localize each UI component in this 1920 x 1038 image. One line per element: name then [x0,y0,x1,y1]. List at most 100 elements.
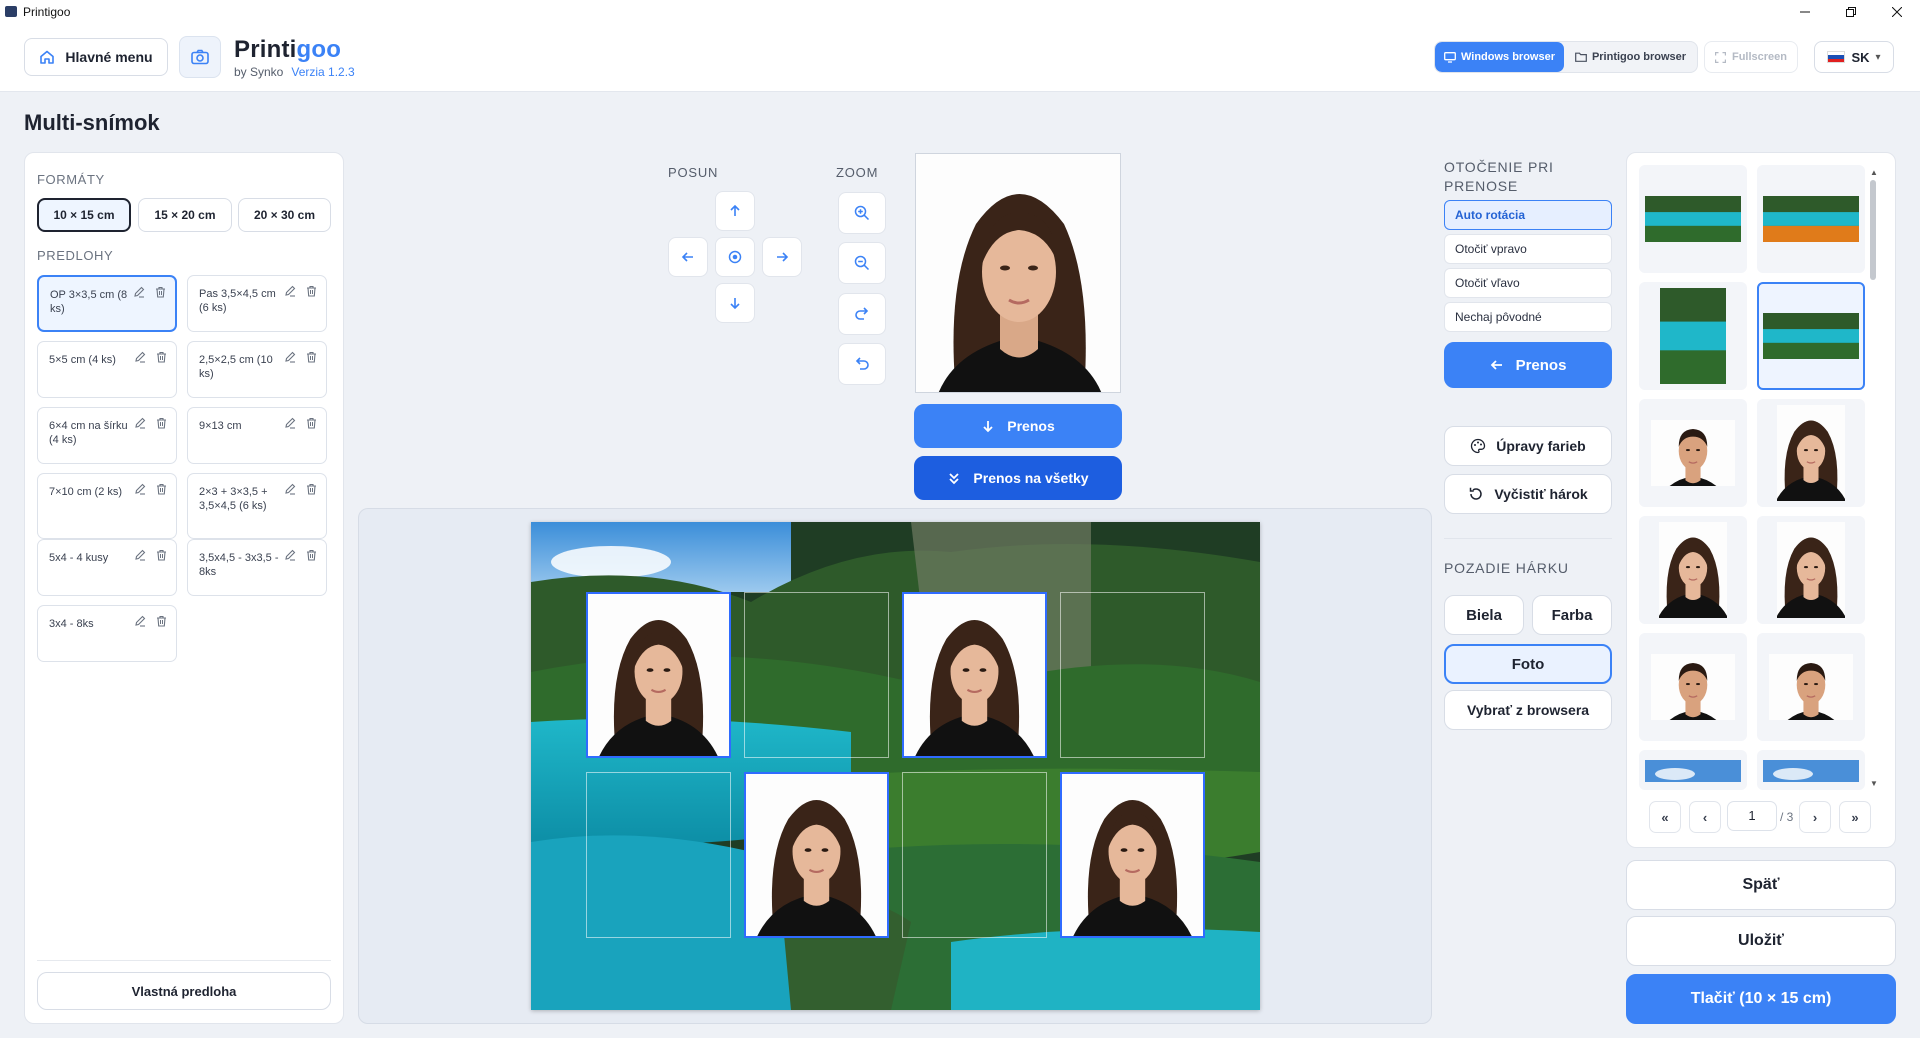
photo-slot-filled[interactable] [744,772,889,938]
print-sheet[interactable] [531,522,1260,1010]
template-item[interactable]: Pas 3,5×4,5 cm (6 ks) [187,275,327,332]
trash-icon[interactable] [306,351,317,363]
gallery-thumbnail[interactable] [1757,633,1865,741]
edit-icon[interactable] [284,351,296,363]
bg-photo-button[interactable]: Foto [1444,644,1612,684]
first-page-button[interactable]: « [1649,801,1681,833]
trash-icon[interactable] [306,483,317,495]
photo-slot-empty[interactable] [744,592,889,758]
format-10x15-button[interactable]: 10 × 15 cm [37,198,131,232]
edit-icon[interactable] [134,417,146,429]
photo-slot-empty[interactable] [902,772,1047,938]
minimize-button[interactable] [1782,0,1828,24]
next-page-button[interactable]: › [1799,801,1831,833]
trash-icon[interactable] [156,549,167,561]
scroll-thumb[interactable] [1870,180,1876,280]
gallery-thumbnail[interactable] [1757,165,1865,273]
gallery-thumbnail[interactable] [1639,750,1747,790]
photo-slot-filled[interactable] [1060,772,1205,938]
photo-slot-empty[interactable] [586,772,731,938]
move-down-button[interactable] [715,283,755,323]
template-item[interactable]: 2×3 + 3×3,5 + 3,5×4,5 (6 ks) [187,473,327,539]
edit-icon[interactable] [134,351,146,363]
edit-icon[interactable] [284,483,296,495]
trash-icon[interactable] [306,549,317,561]
gallery-thumbnail[interactable] [1639,399,1747,507]
print-button[interactable]: Tlačiť (10 × 15 cm) [1626,974,1896,1024]
photo-slot-filled[interactable] [902,592,1047,758]
edit-icon[interactable] [134,615,146,627]
edit-icon[interactable] [284,285,296,297]
template-item[interactable]: 3,5x4,5 - 3x3,5 - 8ks [187,539,327,596]
format-20x30-button[interactable]: 20 × 30 cm [238,198,331,232]
edit-icon[interactable] [284,417,296,429]
edit-icon[interactable] [133,286,145,298]
bg-browser-button[interactable]: Vybrať z browsera [1444,690,1612,730]
transfer-from-gallery-button[interactable]: Prenos [1444,342,1612,388]
edit-icon[interactable] [134,549,146,561]
gallery-thumbnail[interactable] [1757,750,1865,790]
trash-icon[interactable] [155,286,166,298]
fullscreen-button[interactable]: Fullscreen [1704,41,1798,73]
rotate-right-option[interactable]: Otočiť vpravo [1444,234,1612,264]
move-left-button[interactable] [668,237,708,277]
gallery-thumbnail[interactable] [1639,165,1747,273]
move-up-button[interactable] [715,191,755,231]
transfer-button[interactable]: Prenos [914,404,1122,448]
bg-color-button[interactable]: Farba [1532,595,1612,635]
gallery-thumbnail[interactable] [1639,516,1747,624]
auto-rotation-option[interactable]: Auto rotácia [1444,200,1612,230]
printigoo-browser-button[interactable]: Printigoo browser [1564,42,1697,72]
trash-icon[interactable] [156,417,167,429]
color-adjust-button[interactable]: Úpravy farieb [1444,426,1612,466]
template-item[interactable]: 5x4 - 4 kusy [37,539,177,596]
trash-icon[interactable] [156,483,167,495]
save-button[interactable]: Uložiť [1626,916,1896,966]
gallery-scrollbar[interactable]: ▲ ▼ [1868,168,1878,788]
edit-icon[interactable] [134,483,146,495]
trash-icon[interactable] [156,351,167,363]
windows-browser-button[interactable]: Windows browser [1435,42,1565,72]
template-item[interactable]: 7×10 cm (2 ks) [37,473,177,539]
main-menu-button[interactable]: Hlavné menu [24,38,168,76]
move-right-button[interactable] [762,237,802,277]
template-item[interactable]: OP 3×3,5 cm (8 ks) [37,275,177,332]
close-button[interactable] [1874,0,1920,24]
gallery-thumbnail[interactable] [1757,399,1865,507]
template-item[interactable]: 5×5 cm (4 ks) [37,341,177,398]
photo-slot-filled[interactable] [586,592,731,758]
clear-sheet-button[interactable]: Vyčistiť hárok [1444,474,1612,514]
center-button[interactable] [715,237,755,277]
keep-original-option[interactable]: Nechaj pôvodné [1444,302,1612,332]
language-select[interactable]: SK ▾ [1814,41,1894,73]
format-15x20-button[interactable]: 15 × 20 cm [138,198,232,232]
prev-page-button[interactable]: ‹ [1689,801,1721,833]
back-button[interactable]: Späť [1626,860,1896,910]
edit-icon[interactable] [284,549,296,561]
gallery-thumbnail[interactable] [1639,282,1747,390]
template-item[interactable]: 6×4 cm na šírku (4 ks) [37,407,177,464]
restore-button[interactable] [1828,0,1874,24]
template-item[interactable]: 3x4 - 8ks [37,605,177,662]
rotate-right-button[interactable] [838,293,886,335]
trash-icon[interactable] [156,615,167,627]
templates-label: PREDLOHY [37,248,114,263]
transfer-all-button[interactable]: Prenos na všetky [914,456,1122,500]
gallery-thumbnail[interactable] [1757,516,1865,624]
rotate-left-button[interactable] [838,343,886,385]
last-page-button[interactable]: » [1839,801,1871,833]
trash-icon[interactable] [306,417,317,429]
bg-white-button[interactable]: Biela [1444,595,1524,635]
custom-template-button[interactable]: Vlastná predloha [37,972,331,1010]
palette-icon [1470,438,1486,454]
rotate-left-option[interactable]: Otočiť vľavo [1444,268,1612,298]
gallery-thumbnail[interactable] [1757,282,1865,390]
template-item[interactable]: 2,5×2,5 cm (10 ks) [187,341,327,398]
photo-slot-empty[interactable] [1060,592,1205,758]
template-item[interactable]: 9×13 cm [187,407,327,464]
page-number-input[interactable]: 1 [1727,801,1777,831]
trash-icon[interactable] [306,285,317,297]
zoom-out-button[interactable] [838,242,886,284]
gallery-thumbnail[interactable] [1639,633,1747,741]
zoom-in-button[interactable] [838,192,886,234]
